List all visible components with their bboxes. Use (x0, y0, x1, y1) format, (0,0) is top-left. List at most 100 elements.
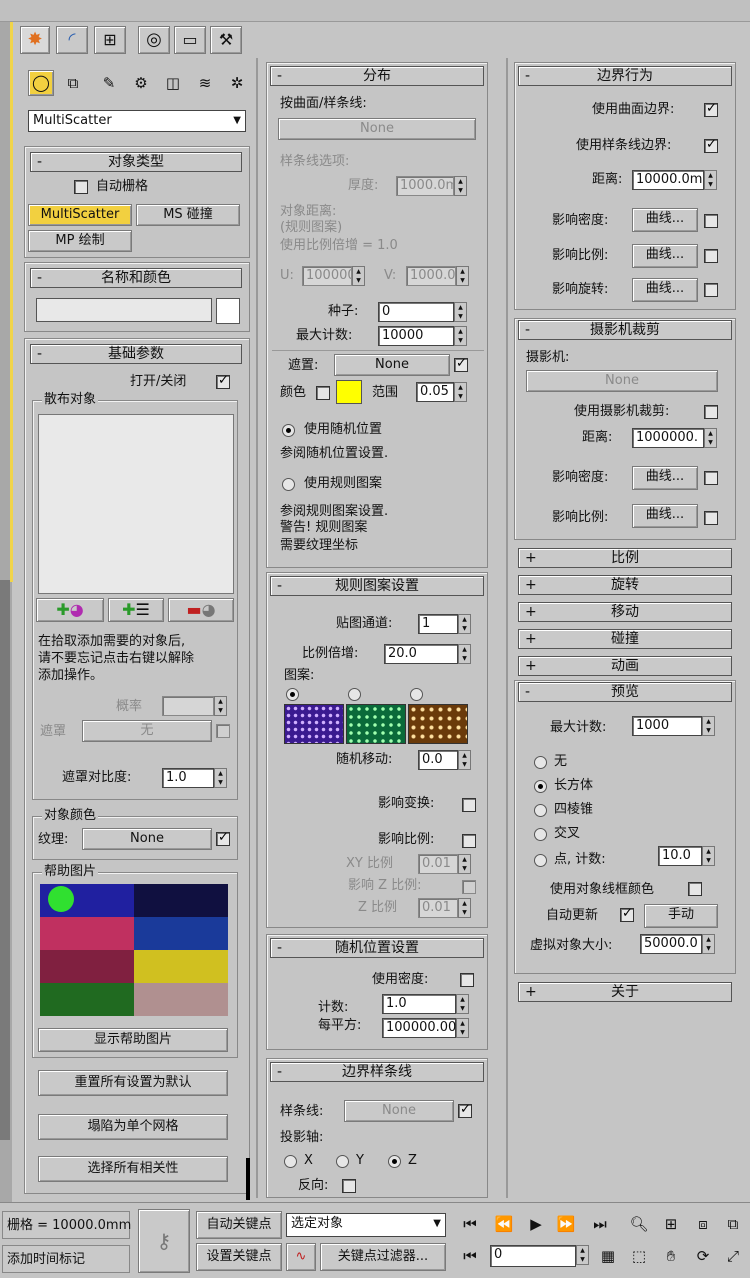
pattern-radio-1[interactable] (286, 688, 299, 701)
mask-checkbox[interactable] (454, 356, 468, 372)
reset-defaults-button[interactable]: 重置所有设置为默认 (38, 1070, 228, 1096)
about-rollout[interactable]: + 关于 (518, 982, 732, 1002)
seed-spinner[interactable]: 0 ▲ ▼ (378, 302, 467, 322)
affect-scale-checkbox[interactable] (462, 834, 476, 848)
mask-checkbox[interactable] (216, 724, 230, 738)
name-color-header[interactable]: - 名称和颜色 (30, 268, 242, 288)
modify-icon[interactable]: ◜ (56, 26, 88, 54)
use-surface-border-checkbox[interactable] (704, 101, 718, 117)
mp-paint-button[interactable]: MP 绘制 (28, 230, 132, 252)
object-name-input[interactable] (36, 298, 212, 322)
spinner-arrows-icon[interactable]: ▲ ▼ (704, 170, 717, 190)
u-spinner[interactable]: 100000 ▲ ▼ (302, 266, 365, 286)
z-scale-spinner[interactable]: 0.01 ▲ ▼ (418, 898, 471, 918)
pattern-radio-3[interactable] (410, 688, 423, 701)
animation-rollout[interactable]: + 动画 (518, 656, 732, 676)
shapes-icon[interactable]: ⧉ (60, 72, 86, 94)
border-spline-header[interactable]: - 边界样条线 (270, 1062, 484, 1082)
border-behavior-header[interactable]: - 边界行为 (518, 66, 732, 86)
pattern-swatch-1[interactable] (284, 704, 344, 744)
set-key-button[interactable]: 设置关键点 (196, 1243, 282, 1271)
column-divider[interactable] (256, 58, 258, 1198)
column-divider[interactable] (506, 58, 508, 1198)
spinner-arrows-icon[interactable]: ▲ ▼ (454, 302, 467, 322)
play-icon[interactable]: ▶ (522, 1213, 550, 1235)
use-bbox-color-checkbox[interactable] (688, 882, 702, 896)
spinner-arrows-icon[interactable]: ▲ ▼ (458, 898, 471, 918)
random-pos-header[interactable]: - 随机位置设置 (270, 938, 484, 958)
utilities-icon[interactable]: ⚒ (210, 26, 242, 54)
spline-pick-button[interactable]: None (344, 1100, 454, 1122)
axis-z-radio[interactable] (388, 1155, 401, 1168)
pattern-radio-2[interactable] (348, 688, 361, 701)
on-off-checkbox[interactable] (216, 373, 230, 389)
distribution-header[interactable]: - 分布 (270, 66, 484, 86)
basic-params-header[interactable]: - 基础参数 (30, 344, 242, 364)
zoom-extents-icon[interactable]: ⧈ (690, 1213, 716, 1235)
reverse-checkbox[interactable] (342, 1179, 356, 1193)
spinner-arrows-icon[interactable]: ▲ ▼ (702, 934, 715, 954)
pattern-swatch-2[interactable] (346, 704, 406, 744)
affect-z-checkbox[interactable] (462, 880, 476, 894)
move-rollout[interactable]: + 移动 (518, 602, 732, 622)
zoom-all-icon[interactable]: ⊞ (658, 1213, 684, 1235)
key-mode-toggle-icon[interactable]: ⏮ (456, 1245, 484, 1267)
geometry-icon[interactable]: ◯ (28, 70, 54, 96)
next-frame-icon[interactable]: ⏩ (552, 1213, 580, 1235)
map-channel-spinner[interactable]: 1 ▲ ▼ (418, 614, 471, 634)
spinner-arrows-icon[interactable]: ▲ ▼ (454, 176, 467, 196)
collision-rollout[interactable]: + 碰撞 (518, 629, 732, 649)
collapse-mesh-button[interactable]: 塌陷为单个网格 (38, 1114, 228, 1140)
density-curve-button[interactable]: 曲线... (632, 208, 698, 232)
color-swatch[interactable] (336, 380, 362, 404)
select-deps-button[interactable]: 选择所有相关性 (38, 1156, 228, 1182)
spinner-arrows-icon[interactable]: ▲ ▼ (454, 326, 467, 346)
spinner-arrows-icon[interactable]: ▲ ▼ (458, 614, 471, 634)
camera-affect-scale-checkbox[interactable] (704, 511, 718, 525)
affect-scale-checkbox[interactable] (704, 249, 718, 263)
axis-y-radio[interactable] (336, 1155, 349, 1168)
lights-icon[interactable]: ✎ (96, 72, 122, 94)
curve-editor-button[interactable]: ∿ (286, 1243, 316, 1271)
go-to-end-icon[interactable]: ⏭ (586, 1213, 614, 1235)
color-checkbox[interactable] (316, 386, 330, 400)
add-teapot-button[interactable]: ✚◕ (36, 598, 104, 622)
mask-button[interactable]: None (334, 354, 450, 376)
time-tag-field[interactable]: 添加时间标记 (2, 1245, 130, 1273)
zoom-extents-all-icon[interactable]: ⧉ (720, 1213, 746, 1235)
spinner-arrows-icon[interactable]: ▲ ▼ (214, 768, 227, 788)
camera-distance-spinner[interactable]: 1000000. ▲ ▼ (632, 428, 717, 448)
rotation-curve-button[interactable]: 曲线... (632, 278, 698, 302)
preview-none-radio[interactable] (534, 756, 547, 769)
spinner-arrows-icon[interactable]: ▲ ▼ (352, 266, 365, 286)
object-color-swatch[interactable] (216, 298, 240, 324)
scale-rollout[interactable]: + 比例 (518, 548, 732, 568)
scatter-objects-list[interactable] (38, 414, 234, 594)
probability-spinner[interactable]: ▲ ▼ (162, 696, 227, 716)
count-spinner[interactable]: 1.0 ▲ ▼ (382, 994, 469, 1014)
object-type-header[interactable]: - 对象类型 (30, 152, 242, 172)
xy-scale-spinner[interactable]: 0.01 ▲ ▼ (418, 854, 471, 874)
affect-density-checkbox[interactable] (704, 214, 718, 228)
left-scroll-bar[interactable] (246, 1158, 250, 1200)
motion-icon[interactable]: ◎ (138, 26, 170, 54)
auto-grid-checkbox[interactable] (74, 180, 88, 194)
multiscatter-button[interactable]: MultiScatter (28, 204, 132, 226)
key-mode-button[interactable]: ⚷ (138, 1209, 190, 1273)
spinner-arrows-icon[interactable]: ▲ ▼ (454, 382, 467, 402)
create-icon[interactable]: ✸ (20, 26, 50, 54)
per-sq-spinner[interactable]: 100000.00 ▲ ▼ (382, 1018, 469, 1038)
show-help-button[interactable]: 显示帮助图片 (38, 1028, 228, 1052)
zoom-icon[interactable]: 🔍︎ (626, 1213, 652, 1235)
random-move-spinner[interactable]: 0.0 ▲ ▼ (418, 750, 471, 770)
range-spinner[interactable]: 0.05 ▲ ▼ (416, 382, 467, 402)
preview-max-count-spinner[interactable]: 1000 ▲ ▼ (632, 716, 715, 736)
go-to-start-icon[interactable]: ⏮ (456, 1213, 484, 1235)
spinner-arrows-icon[interactable]: ▲ ▼ (458, 750, 471, 770)
cameras-icon[interactable]: ⚙ (128, 72, 154, 94)
systems-icon[interactable]: ✲ (224, 72, 250, 94)
texture-checkbox[interactable] (216, 830, 230, 846)
camera-clip-header[interactable]: - 摄影机裁剪 (518, 320, 732, 340)
pattern-swatch-3[interactable] (408, 704, 468, 744)
affect-rotation-checkbox[interactable] (704, 283, 718, 297)
